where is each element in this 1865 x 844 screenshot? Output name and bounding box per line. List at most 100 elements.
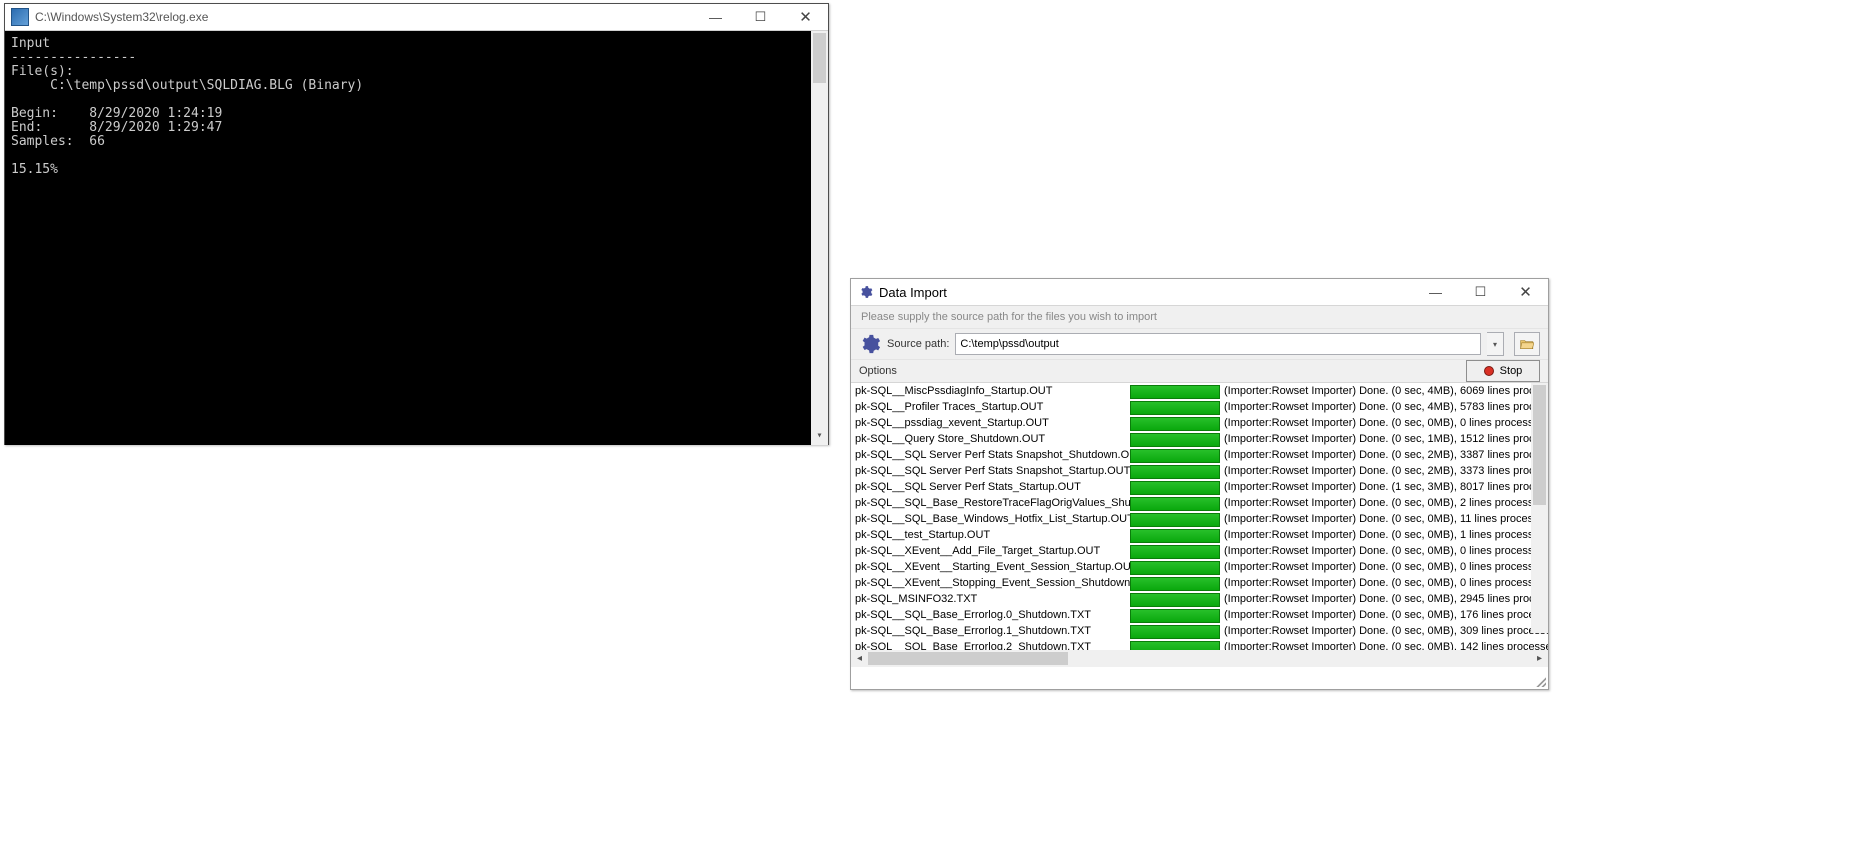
- scrollbar-thumb[interactable]: [1533, 385, 1546, 505]
- progress-cell: [1130, 593, 1218, 605]
- table-row[interactable]: pk-SQL__SQL_Base_Windows_Hotfix_List_Sta…: [851, 511, 1548, 527]
- options-link[interactable]: Options: [859, 365, 897, 377]
- table-row[interactable]: pk-SQL__Query Store_Shutdown.OUT (Importe…: [851, 431, 1548, 447]
- progress-bar: [1130, 577, 1220, 591]
- close-button[interactable]: ✕: [1503, 279, 1548, 305]
- progress-cell: [1130, 609, 1218, 621]
- grid-vertical-scrollbar[interactable]: [1531, 383, 1548, 633]
- progress-bar: [1130, 481, 1220, 495]
- progress-bar: [1130, 513, 1220, 527]
- table-row[interactable]: pk-SQL__SQL_Base_Errorlog.0_Shutdown.TXT…: [851, 607, 1548, 623]
- close-button[interactable]: ✕: [783, 4, 828, 30]
- progress-cell: [1130, 545, 1218, 557]
- file-name-cell: pk-SQL__SQL_Base_RestoreTraceFlagOrigVal…: [851, 497, 1130, 509]
- table-row[interactable]: pk-SQL__XEvent__Starting_Event_Session_S…: [851, 559, 1548, 575]
- status-cell: (Importer:Rowset Importer) Done. (0 sec,…: [1224, 641, 1548, 650]
- folder-open-icon: [1520, 338, 1534, 350]
- table-row[interactable]: pk-SQL__SQL Server Perf Stats Snapshot_S…: [851, 463, 1548, 479]
- table-row[interactable]: pk-SQL__XEvent__Add_File_Target_Startup.…: [851, 543, 1548, 559]
- progress-bar: [1130, 465, 1220, 479]
- table-row[interactable]: pk-SQL__MiscPssdiagInfo_Startup.OUT(Impo…: [851, 383, 1548, 399]
- table-row[interactable]: pk-SQL__Profiler Traces_Startup.OUT(Impo…: [851, 399, 1548, 415]
- scrollbar-thumb[interactable]: [813, 33, 826, 83]
- file-name-cell: pk-SQL__XEvent__Stopping_Event_Session_S…: [851, 577, 1130, 589]
- maximize-button[interactable]: ☐: [738, 4, 783, 30]
- status-cell: (Importer:Rowset Importer) Done. (0 sec,…: [1224, 545, 1548, 557]
- minimize-button[interactable]: —: [693, 4, 738, 30]
- console-icon: [11, 8, 29, 26]
- progress-bar: [1130, 593, 1220, 607]
- progress-bar: [1130, 625, 1220, 639]
- scrollbar-thumb[interactable]: [868, 652, 1068, 665]
- table-row[interactable]: pk-SQL__test_Startup.OUT(Importer:Rowset…: [851, 527, 1548, 543]
- status-cell: (Importer:Rowset Importer) Done. (0 sec,…: [1224, 561, 1548, 573]
- progress-bar: [1130, 401, 1220, 415]
- progress-cell: [1130, 481, 1218, 493]
- progress-cell: [1130, 577, 1218, 589]
- status-cell: (Importer:Rowset Importer) Done. (0 sec,…: [1224, 465, 1548, 477]
- source-path-dropdown[interactable]: ▾: [1487, 332, 1504, 356]
- grid-horizontal-scrollbar[interactable]: ◂ ▸: [851, 650, 1548, 667]
- console-scrollbar[interactable]: ▾: [811, 31, 828, 445]
- scrollbar-track[interactable]: [868, 650, 1531, 667]
- source-path-row: Source path: ▾: [851, 329, 1548, 360]
- status-cell: (Importer:Rowset Importer) Done. (0 sec,…: [1224, 513, 1548, 525]
- stop-button[interactable]: Stop: [1466, 360, 1540, 382]
- table-row[interactable]: pk-SQL__SQL_Base_Errorlog.2_Shutdown.TXT…: [851, 639, 1548, 650]
- stop-icon: [1484, 366, 1494, 376]
- file-name-cell: pk-SQL__SQL_Base_Errorlog.2_Shutdown.TXT: [851, 641, 1130, 650]
- status-cell: (Importer:Rowset Importer) Done. (0 sec,…: [1224, 625, 1548, 637]
- progress-cell: [1130, 625, 1218, 637]
- console-titlebar[interactable]: C:\Windows\System32\relog.exe — ☐ ✕: [5, 4, 828, 31]
- progress-cell: [1130, 497, 1218, 509]
- maximize-button[interactable]: ☐: [1458, 279, 1503, 305]
- source-path-input[interactable]: [955, 333, 1481, 355]
- browse-button[interactable]: [1514, 332, 1540, 356]
- status-cell: (Importer:Rowset Importer) Done. (0 sec,…: [1224, 433, 1548, 445]
- file-name-cell: pk-SQL__XEvent__Add_File_Target_Startup.…: [851, 545, 1130, 557]
- scrollbar-left-icon[interactable]: ◂: [851, 650, 868, 667]
- progress-cell: [1130, 385, 1218, 397]
- progress-cell: [1130, 561, 1218, 573]
- progress-bar: [1130, 497, 1220, 511]
- progress-cell: [1130, 417, 1218, 429]
- file-name-cell: pk-SQL_MSINFO32.TXT: [851, 593, 1130, 605]
- progress-cell: [1130, 433, 1218, 445]
- progress-bar: [1130, 417, 1220, 431]
- gear-icon: [859, 333, 881, 355]
- status-cell: (Importer:Rowset Importer) Done. (0 sec,…: [1224, 529, 1548, 541]
- import-grid[interactable]: pk-SQL__MiscPssdiagInfo_Startup.OUT(Impo…: [851, 383, 1548, 650]
- source-path-label: Source path:: [887, 338, 949, 350]
- table-row[interactable]: pk-SQL__SQL Server Perf Stats_Startup.OU…: [851, 479, 1548, 495]
- import-titlebar[interactable]: Data Import — ☐ ✕: [851, 279, 1548, 306]
- status-cell: (Importer:Rowset Importer) Done. (0 sec,…: [1224, 385, 1548, 397]
- progress-bar: [1130, 641, 1220, 650]
- file-name-cell: pk-SQL__SQL Server Perf Stats Snapshot_S…: [851, 465, 1130, 477]
- table-row[interactable]: pk-SQL__SQL_Base_Errorlog.1_Shutdown.TXT…: [851, 623, 1548, 639]
- file-name-cell: pk-SQL__SQL Server Perf Stats Snapshot_S…: [851, 449, 1130, 461]
- minimize-button[interactable]: —: [1413, 279, 1458, 305]
- status-cell: (Importer:Rowset Importer) Done. (0 sec,…: [1224, 593, 1548, 605]
- progress-bar: [1130, 545, 1220, 559]
- table-row[interactable]: pk-SQL_MSINFO32.TXT (Importer:Rowset Impo…: [851, 591, 1548, 607]
- import-title: Data Import: [879, 285, 947, 300]
- table-row[interactable]: pk-SQL__SQL_Base_RestoreTraceFlagOrigVal…: [851, 495, 1548, 511]
- progress-bar: [1130, 385, 1220, 399]
- progress-bar: [1130, 529, 1220, 543]
- file-name-cell: pk-SQL__SQL_Base_Windows_Hotfix_List_Sta…: [851, 513, 1130, 525]
- status-cell: (Importer:Rowset Importer) Done. (0 sec,…: [1224, 577, 1548, 589]
- table-row[interactable]: pk-SQL__pssdiag_xevent_Startup.OUT(Impor…: [851, 415, 1548, 431]
- progress-cell: [1130, 465, 1218, 477]
- scrollbar-right-icon[interactable]: ▸: [1531, 650, 1548, 667]
- progress-cell: [1130, 529, 1218, 541]
- status-cell: (Importer:Rowset Importer) Done. (1 sec,…: [1224, 481, 1548, 493]
- table-row[interactable]: pk-SQL__XEvent__Stopping_Event_Session_S…: [851, 575, 1548, 591]
- table-row[interactable]: pk-SQL__SQL Server Perf Stats Snapshot_S…: [851, 447, 1548, 463]
- resize-grip[interactable]: [1534, 675, 1546, 687]
- file-name-cell: pk-SQL__Query Store_Shutdown.OUT: [851, 433, 1130, 445]
- console-body[interactable]: Input ---------------- File(s): C:\temp\…: [5, 31, 828, 445]
- status-cell: (Importer:Rowset Importer) Done. (0 sec,…: [1224, 401, 1548, 413]
- scrollbar-down-icon[interactable]: ▾: [811, 428, 828, 445]
- progress-bar: [1130, 433, 1220, 447]
- data-import-dialog: Data Import — ☐ ✕ Please supply the sour…: [850, 278, 1549, 690]
